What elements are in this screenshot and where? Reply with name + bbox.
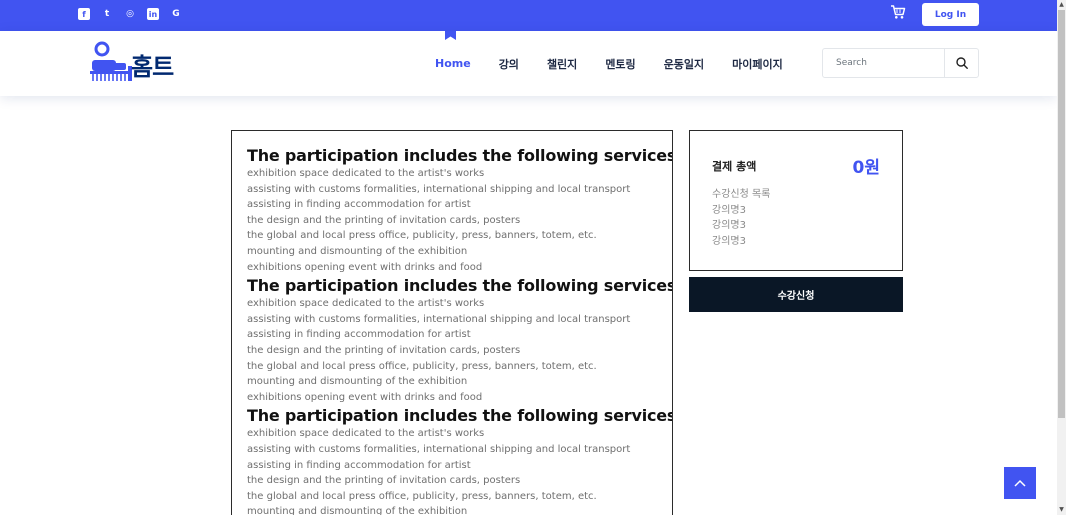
page-scrollbar[interactable]: ▲ ▼ bbox=[1057, 0, 1066, 515]
login-button[interactable]: Log In bbox=[922, 3, 979, 26]
instagram-icon[interactable]: ◎ bbox=[124, 8, 136, 20]
scroll-up-arrow-icon[interactable]: ▲ bbox=[1058, 1, 1065, 9]
service-line: mounting and dismounting of the exhibiti… bbox=[247, 376, 468, 388]
enroll-list: 수강신청 목록 강의명3 강의명3 강의명3 bbox=[712, 187, 770, 249]
nav-item-3[interactable]: 멘토링 bbox=[605, 56, 635, 72]
service-line: mounting and dismounting of the exhibiti… bbox=[247, 506, 468, 515]
enroll-list-item: 강의명3 bbox=[712, 220, 746, 231]
service-heading: The participation includes the following… bbox=[247, 406, 673, 426]
arrow-up-icon bbox=[1014, 479, 1026, 487]
nav-item-2[interactable]: 챌린지 bbox=[547, 56, 577, 72]
main-nav: Home 강의 챌린지 멘토링 운동일지 마이페이지 bbox=[435, 31, 811, 96]
social-links: f t ◎ in G bbox=[78, 8, 182, 20]
service-line: assisting with customs formalities, inte… bbox=[247, 183, 631, 195]
service-line: assisting with customs formalities, inte… bbox=[247, 443, 631, 455]
nav-item-1[interactable]: 강의 bbox=[499, 56, 519, 72]
enroll-list-item: 강의명3 bbox=[712, 204, 746, 216]
service-line: the design and the printing of invitatio… bbox=[247, 214, 521, 226]
search-button[interactable] bbox=[944, 49, 978, 77]
twitter-icon[interactable]: t bbox=[101, 8, 113, 20]
back-to-top-button[interactable] bbox=[1004, 467, 1036, 499]
service-block: The participation includes the following… bbox=[247, 275, 673, 405]
service-line: mounting and dismounting of the exhibiti… bbox=[247, 245, 468, 257]
service-line: the design and the printing of invitatio… bbox=[247, 344, 521, 356]
service-heading: The participation includes the following… bbox=[247, 146, 673, 165]
total-amount: 0원 bbox=[852, 158, 880, 178]
payment-summary: 결제 총액 0원 수강신청 목록 강의명3 강의명3 강의명3 bbox=[689, 130, 903, 271]
service-line: exhibition space dedicated to the artist… bbox=[247, 298, 485, 310]
service-line: assisting in finding accommodation for a… bbox=[247, 199, 471, 211]
enroll-button[interactable]: 수강신청 bbox=[689, 277, 903, 312]
service-block: The participation includes the following… bbox=[247, 405, 673, 515]
logo-text[interactable]: 홈트 bbox=[131, 47, 174, 82]
service-block: The participation includes the following… bbox=[247, 145, 673, 275]
service-line: exhibitions opening event with drinks an… bbox=[247, 391, 483, 403]
scroll-down-arrow-icon[interactable]: ▼ bbox=[1058, 506, 1065, 514]
service-heading: The participation includes the following… bbox=[247, 276, 673, 296]
service-line: the global and local press office, publi… bbox=[247, 360, 597, 372]
service-description-panel: The participation includes the following… bbox=[231, 130, 673, 515]
search-box bbox=[822, 48, 979, 78]
header: 홈트 Home 강의 챌린지 멘토링 운동일지 마이페이지 bbox=[0, 31, 1057, 96]
facebook-icon[interactable]: f bbox=[78, 8, 90, 20]
service-line: the design and the printing of invitatio… bbox=[247, 475, 521, 487]
enroll-list-title: 수강신청 목록 bbox=[712, 189, 771, 200]
google-icon[interactable]: G bbox=[170, 8, 182, 20]
service-line: exhibition space dedicated to the artist… bbox=[247, 168, 485, 179]
service-line: the global and local press office, publi… bbox=[247, 230, 597, 242]
search-icon bbox=[955, 57, 968, 69]
nav-item-4[interactable]: 운동일지 bbox=[664, 56, 704, 72]
service-line: exhibition space dedicated to the artist… bbox=[247, 428, 485, 440]
scrollbar-thumb[interactable] bbox=[1058, 10, 1065, 418]
nav-item-0[interactable]: Home bbox=[435, 57, 471, 70]
service-line: assisting in finding accommodation for a… bbox=[247, 329, 471, 341]
service-line: assisting in finding accommodation for a… bbox=[247, 459, 471, 471]
service-line: exhibitions opening event with drinks an… bbox=[247, 261, 483, 273]
service-line: assisting with customs formalities, inte… bbox=[247, 313, 631, 325]
enroll-list-item: 강의명3 bbox=[712, 235, 746, 247]
search-input[interactable] bbox=[823, 49, 944, 77]
top-bar: f t ◎ in G Log In bbox=[0, 0, 1057, 31]
linkedin-icon[interactable]: in bbox=[147, 8, 159, 20]
nav-item-5[interactable]: 마이페이지 bbox=[732, 56, 783, 72]
cart-icon[interactable] bbox=[890, 4, 906, 20]
service-line: the global and local press office, publi… bbox=[247, 490, 597, 502]
total-label: 결제 총액 bbox=[712, 160, 757, 173]
